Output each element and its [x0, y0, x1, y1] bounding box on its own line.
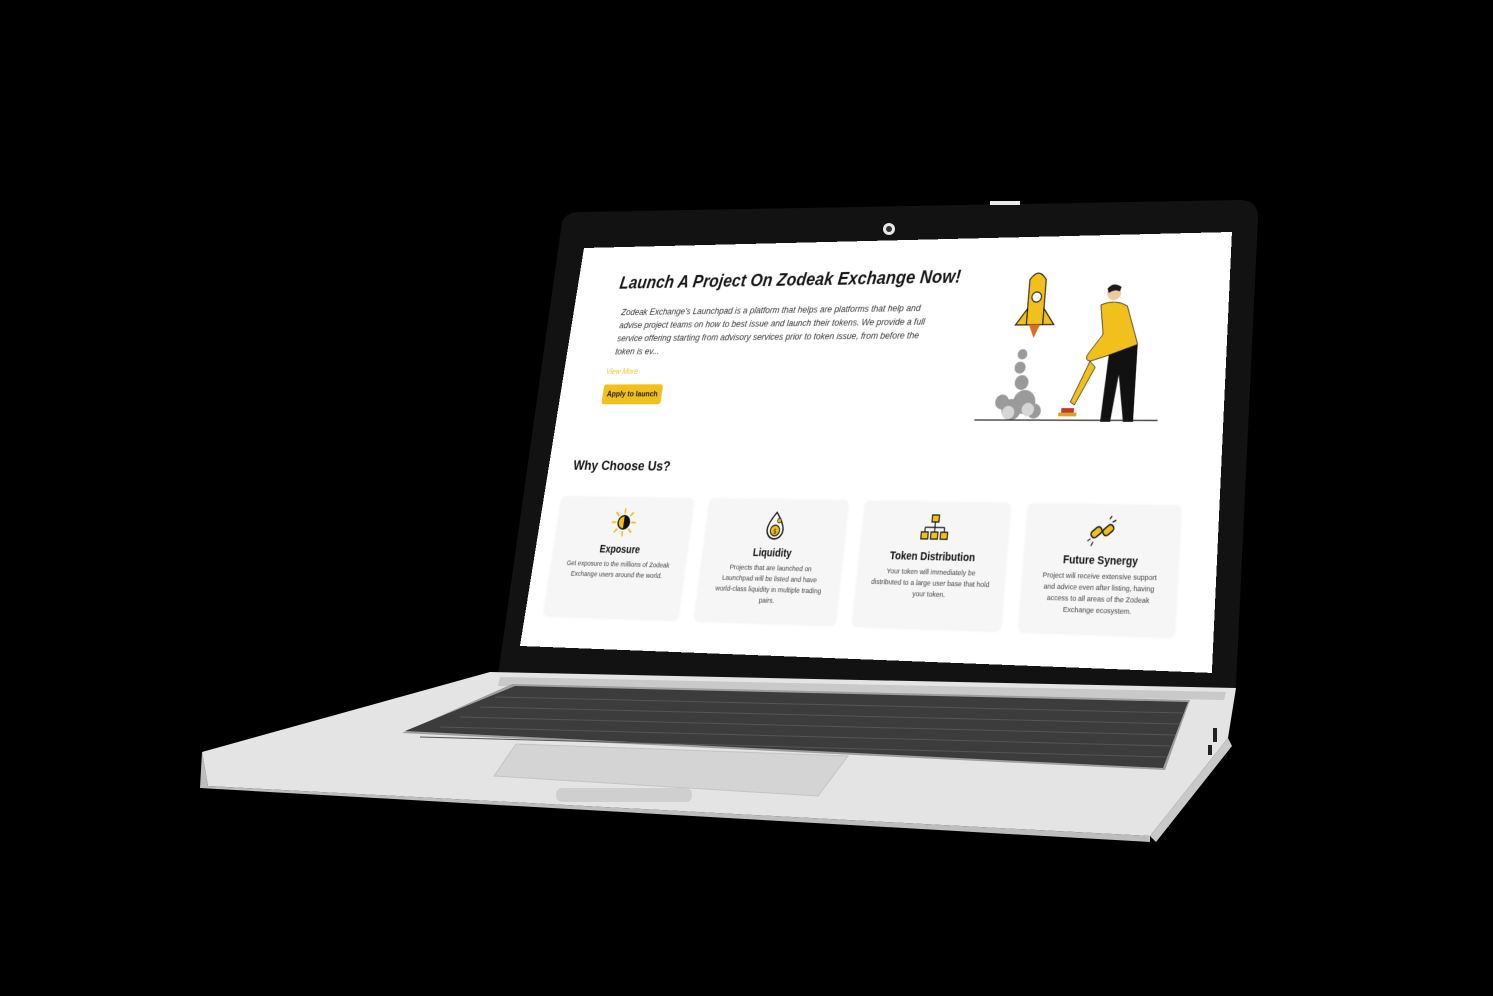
link-chain-icon [1087, 515, 1118, 547]
card-title: Future Synergy [1062, 552, 1139, 568]
section-title-why-choose-us: Why Choose Us? [572, 458, 672, 475]
feature-card-future-synergy: Future Synergy Project will receive exte… [1018, 503, 1181, 637]
card-title: Exposure [598, 542, 641, 556]
card-text: Get exposure to the millions of Zodeak E… [566, 559, 671, 581]
feature-card-liquidity: $ Liquidity Projects that are launched o… [694, 498, 849, 625]
coin-drop-icon: $ [761, 510, 791, 541]
page-title: Launch A Project On Zodeak Exchange Now! [618, 266, 962, 293]
card-title: Token Distribution [889, 549, 976, 564]
card-text: Projects that are launched on Launchpad … [714, 563, 822, 606]
view-more-link[interactable]: View More [606, 368, 639, 377]
hero-description: Zodeak Exchange's Launchpad is a platfor… [614, 302, 926, 357]
sun-icon [609, 507, 638, 537]
rocket-launch-illustration [967, 262, 1181, 428]
apply-to-launch-button[interactable]: Apply to launch [601, 384, 664, 405]
screen: Launch A Project On Zodeak Exchange Now!… [519, 231, 1232, 673]
feature-card-token-distribution: Token Distribution Your token will immed… [852, 500, 1011, 631]
feature-card-exposure: Exposure Get exposure to the millions of… [543, 496, 694, 620]
network-boxes-icon [920, 512, 951, 544]
card-title: Liquidity [752, 546, 793, 560]
card-text: Project will receive extensive support a… [1042, 570, 1157, 617]
feature-cards: Exposure Get exposure to the millions of… [543, 496, 1205, 637]
hero-section: Launch A Project On Zodeak Exchange Now!… [601, 267, 974, 405]
card-text: Your token will immediately be distribut… [870, 566, 990, 600]
